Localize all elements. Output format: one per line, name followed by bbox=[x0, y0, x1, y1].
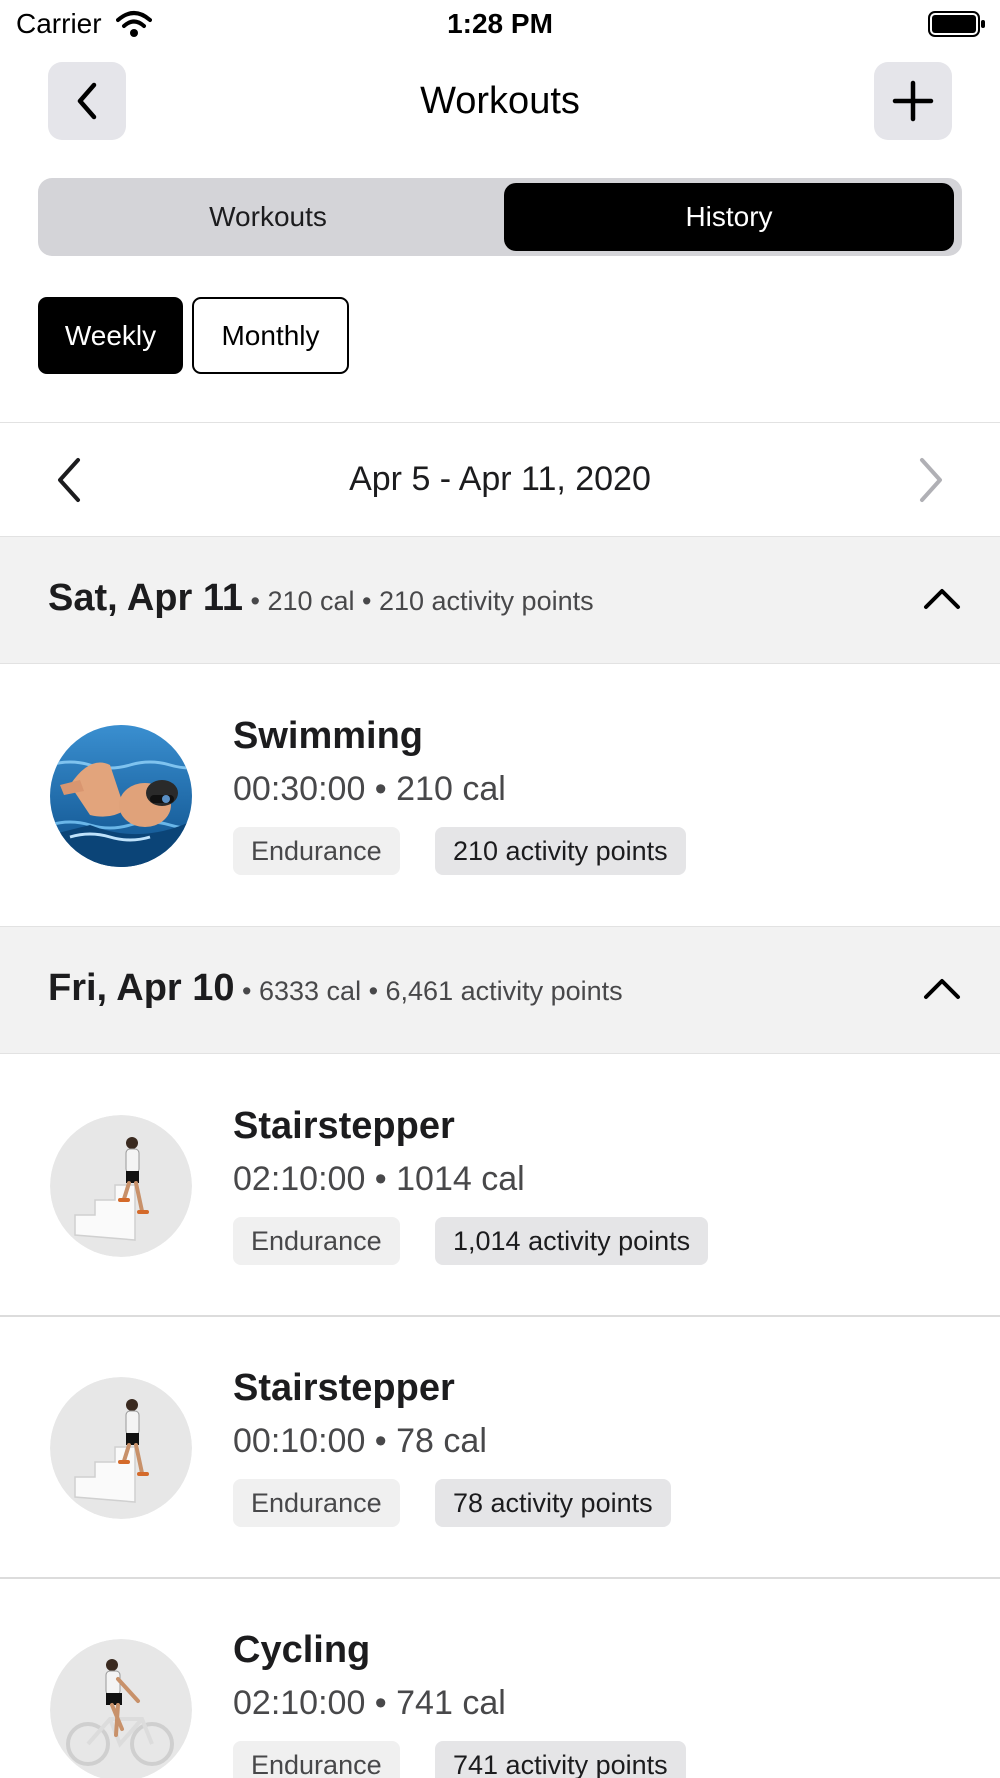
workout-name: Stairstepper bbox=[233, 1105, 455, 1147]
activity-points-tag: 210 activity points bbox=[435, 827, 686, 875]
day-summary: • 210 cal • 210 activity points bbox=[243, 586, 594, 616]
plus-icon bbox=[892, 80, 934, 122]
view-segmented-control: Workouts History bbox=[38, 178, 962, 256]
add-workout-button[interactable] bbox=[874, 62, 952, 140]
workout-row[interactable]: Stairstepper 00:10:00 • 78 cal Endurance… bbox=[0, 1317, 1000, 1577]
cyclist-figure bbox=[50, 1639, 192, 1778]
segment-workouts[interactable]: Workouts bbox=[43, 183, 493, 251]
workout-row[interactable]: Stairstepper 02:10:00 • 1014 cal Enduran… bbox=[0, 1055, 1000, 1315]
day-header-fri-apr-10[interactable]: Fri, Apr 10 • 6333 cal • 6,461 activity … bbox=[0, 926, 1000, 1054]
workout-meta: 02:10:00 • 1014 cal bbox=[233, 1160, 525, 1198]
activity-points-tag: 78 activity points bbox=[435, 1479, 671, 1527]
activity-points-tag: 741 activity points bbox=[435, 1741, 686, 1778]
status-time: 1:28 PM bbox=[447, 8, 553, 39]
status-bar: Carrier 1:28 PM bbox=[0, 0, 1000, 52]
next-week-button[interactable] bbox=[910, 455, 950, 505]
workout-row[interactable]: Swimming 00:30:00 • 210 cal Endurance 21… bbox=[0, 665, 1000, 925]
stairstepper-figure bbox=[50, 1115, 192, 1257]
segment-history[interactable]: History bbox=[504, 183, 954, 251]
day-summary: • 6333 cal • 6,461 activity points bbox=[234, 976, 623, 1006]
divider bbox=[0, 422, 1000, 423]
workout-name: Cycling bbox=[233, 1629, 371, 1671]
chevron-up-icon[interactable] bbox=[922, 583, 962, 613]
weekly-button[interactable]: Weekly bbox=[38, 297, 183, 374]
workout-type-tag: Endurance bbox=[233, 827, 400, 875]
workout-meta: 00:10:00 • 78 cal bbox=[233, 1422, 487, 1460]
workout-meta: 00:30:00 • 210 cal bbox=[233, 770, 506, 808]
stairstepper-figure bbox=[50, 1377, 192, 1519]
workout-meta: 02:10:00 • 741 cal bbox=[233, 1684, 506, 1722]
workout-type-tag: Endurance bbox=[233, 1217, 400, 1265]
workout-name: Swimming bbox=[233, 715, 424, 757]
date-range-label: Apr 5 - Apr 11, 2020 bbox=[349, 460, 651, 498]
day-header-sat-apr-11[interactable]: Sat, Apr 11 • 210 cal • 210 activity poi… bbox=[0, 536, 1000, 664]
workout-type-tag: Endurance bbox=[233, 1479, 400, 1527]
page-title: Workouts bbox=[420, 80, 580, 122]
chevron-up-icon[interactable] bbox=[922, 973, 962, 1003]
day-title: Fri, Apr 10 bbox=[48, 967, 235, 1009]
day-title: Sat, Apr 11 bbox=[48, 577, 244, 619]
swimmer-photo bbox=[50, 725, 192, 867]
battery-icon bbox=[928, 11, 985, 37]
activity-points-tag: 1,014 activity points bbox=[435, 1217, 709, 1265]
workout-name: Stairstepper bbox=[233, 1367, 455, 1409]
workout-row[interactable]: Cycling 02:10:00 • 741 cal Endurance 741… bbox=[0, 1579, 1000, 1778]
workout-type-tag: Endurance bbox=[233, 1741, 400, 1778]
monthly-button[interactable]: Monthly bbox=[192, 297, 349, 374]
